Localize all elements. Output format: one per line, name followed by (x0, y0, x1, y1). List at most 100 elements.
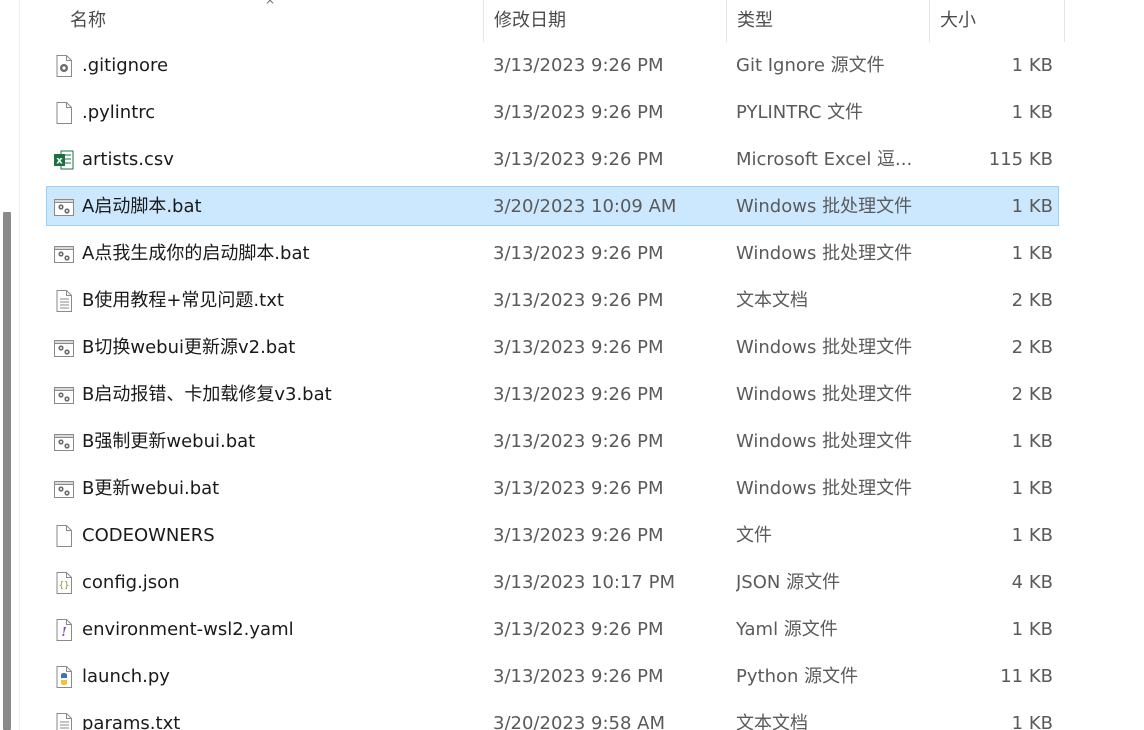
file-row[interactable]: B启动报错、卡加载修复v3.bat 3/13/2023 9:26 PM Window… (46, 374, 1059, 414)
file-size: 11 KB (1000, 666, 1053, 687)
file-size: 2 KB (1011, 290, 1053, 311)
file-name: .gitignore (82, 55, 169, 76)
file-row[interactable]: x artists.csv 3/13/2023 9:26 PM Microsoft E… (46, 139, 1059, 179)
file-type: Python 源文件 (736, 666, 859, 687)
scrollbar-thumb[interactable] (3, 212, 11, 730)
file-row[interactable]: {} config.json 3/13/2023 10:17 PM JSON 源文件 4… (46, 562, 1059, 602)
file-row[interactable]: A启动脚本.bat 3/20/2023 10:09 AM Windows 批处理文件… (46, 186, 1059, 226)
file-type: JSON 源文件 (736, 572, 841, 593)
batch-file-icon (53, 383, 75, 407)
file-row[interactable]: params.txt 3/20/2023 9:58 AM 文本文档 1 KB (46, 703, 1059, 730)
file-modified-date: 3/13/2023 9:26 PM (493, 290, 664, 311)
file-size: 1 KB (1011, 102, 1053, 123)
file-modified-date: 3/13/2023 9:26 PM (493, 149, 664, 170)
file-modified-date: 3/13/2023 9:26 PM (493, 55, 664, 76)
batch-file-icon (53, 430, 75, 454)
file-row[interactable]: A点我生成你的启动脚本.bat 3/13/2023 9:26 PM Windows … (46, 233, 1059, 273)
file-row[interactable]: B更新webui.bat 3/13/2023 9:26 PM Windows 批处理… (46, 468, 1059, 508)
file-modified-date: 3/13/2023 9:26 PM (493, 384, 664, 405)
file-name: artists.csv (82, 149, 174, 170)
file-size: 4 KB (1011, 572, 1053, 593)
file-modified-date: 3/20/2023 9:58 AM (493, 713, 666, 730)
file-explorer-list: 名称 ^ 修改日期 类型 大小 .gitignore 3/13/2023 9:26… (0, 0, 1144, 730)
file-type: 文本文档 (736, 713, 808, 730)
file-type: Git Ignore 源文件 (736, 55, 885, 76)
file-modified-date: 3/13/2023 9:26 PM (493, 525, 664, 546)
file-type: PYLINTRC 文件 (736, 102, 864, 123)
file-row[interactable]: B强制更新webui.bat 3/13/2023 9:26 PM Windows 批… (46, 421, 1059, 461)
file-size: 1 KB (1011, 431, 1053, 452)
file-row[interactable]: .gitignore 3/13/2023 9:26 PM Git Ignore 源文… (46, 45, 1059, 85)
file-row[interactable]: CODEOWNERS 3/13/2023 9:26 PM 文件 1 KB (46, 515, 1059, 555)
file-name: params.txt (82, 713, 181, 730)
file-modified-date: 3/13/2023 9:26 PM (493, 666, 664, 687)
file-row[interactable]: .pylintrc 3/13/2023 9:26 PM PYLINTRC 文件 1 K… (46, 92, 1059, 132)
scrollbar-divider (19, 0, 20, 730)
file-row[interactable]: ! environment-wsl2.yaml 3/13/2023 9:26 PM Y… (46, 609, 1059, 649)
text-file-icon (53, 289, 75, 313)
file-type: Windows 批处理文件 (736, 337, 913, 358)
json-file-icon: {} (53, 571, 75, 595)
svg-text:x: x (56, 156, 63, 167)
file-modified-date: 3/13/2023 9:26 PM (493, 102, 664, 123)
vertical-scrollbar[interactable] (0, 0, 20, 730)
column-header-size[interactable]: 大小 (930, 0, 1064, 42)
file-modified-date: 3/20/2023 10:09 AM (493, 196, 677, 217)
column-divider[interactable] (1064, 0, 1065, 42)
file-name: launch.py (82, 666, 170, 687)
file-size: 1 KB (1011, 243, 1053, 264)
excel-file-icon: x (53, 148, 75, 172)
file-type: Microsoft Excel 逗... (736, 149, 913, 170)
file-modified-date: 3/13/2023 10:17 PM (493, 572, 675, 593)
file-name: CODEOWNERS (82, 525, 215, 546)
sort-ascending-icon: ^ (265, 0, 276, 12)
file-type: Windows 批处理文件 (736, 243, 913, 264)
file-row[interactable]: B使用教程+常见问题.txt 3/13/2023 9:26 PM 文本文档 2 KB (46, 280, 1059, 320)
file-name: A点我生成你的启动脚本.bat (82, 243, 310, 264)
file-size: 1 KB (1011, 478, 1053, 499)
file-type: 文本文档 (736, 290, 808, 311)
file-type: Yaml 源文件 (736, 619, 838, 640)
file-size: 2 KB (1011, 384, 1053, 405)
file-size: 1 KB (1011, 713, 1053, 730)
file-modified-date: 3/13/2023 9:26 PM (493, 243, 664, 264)
file-size: 1 KB (1011, 619, 1053, 640)
column-header-date-label: 修改日期 (494, 10, 566, 31)
column-header-size-label: 大小 (940, 10, 976, 31)
text-file-icon (53, 712, 75, 730)
column-header-bar: 名称 ^ 修改日期 类型 大小 (20, 0, 1144, 42)
column-header-name-label: 名称 (70, 10, 106, 31)
file-name: A启动脚本.bat (82, 196, 202, 217)
file-size: 115 KB (988, 149, 1053, 170)
file-row[interactable]: B切换webui更新源v2.bat 3/13/2023 9:26 PM Window… (46, 327, 1059, 367)
file-size: 2 KB (1011, 337, 1053, 358)
python-file-icon (53, 665, 75, 689)
file-size: 1 KB (1011, 55, 1053, 76)
file-name: environment-wsl2.yaml (82, 619, 294, 640)
file-size: 1 KB (1011, 196, 1053, 217)
file-modified-date: 3/13/2023 9:26 PM (493, 431, 664, 452)
file-type: Windows 批处理文件 (736, 478, 913, 499)
file-type: Windows 批处理文件 (736, 431, 913, 452)
file-type: Windows 批处理文件 (736, 384, 913, 405)
file-name: B强制更新webui.bat (82, 431, 256, 452)
file-type: 文件 (736, 525, 772, 546)
file-name: B使用教程+常见问题.txt (82, 290, 284, 311)
file-size: 1 KB (1011, 525, 1053, 546)
batch-file-icon (53, 195, 75, 219)
batch-file-icon (53, 477, 75, 501)
file-modified-date: 3/13/2023 9:26 PM (493, 619, 664, 640)
file-row[interactable]: launch.py 3/13/2023 9:26 PM Python 源文件 11 K… (46, 656, 1059, 696)
file-name: config.json (82, 572, 180, 593)
column-header-type-label: 类型 (737, 10, 773, 31)
file-name: B切换webui更新源v2.bat (82, 337, 296, 358)
yaml-file-icon: ! (53, 618, 75, 642)
column-header-date[interactable]: 修改日期 (484, 0, 726, 42)
file-name: B启动报错、卡加载修复v3.bat (82, 384, 332, 405)
column-header-type[interactable]: 类型 (727, 0, 929, 42)
blank-file-icon (53, 524, 75, 548)
file-modified-date: 3/13/2023 9:26 PM (493, 478, 664, 499)
file-name: .pylintrc (82, 102, 156, 123)
blank-file-icon (53, 101, 75, 125)
file-modified-date: 3/13/2023 9:26 PM (493, 337, 664, 358)
